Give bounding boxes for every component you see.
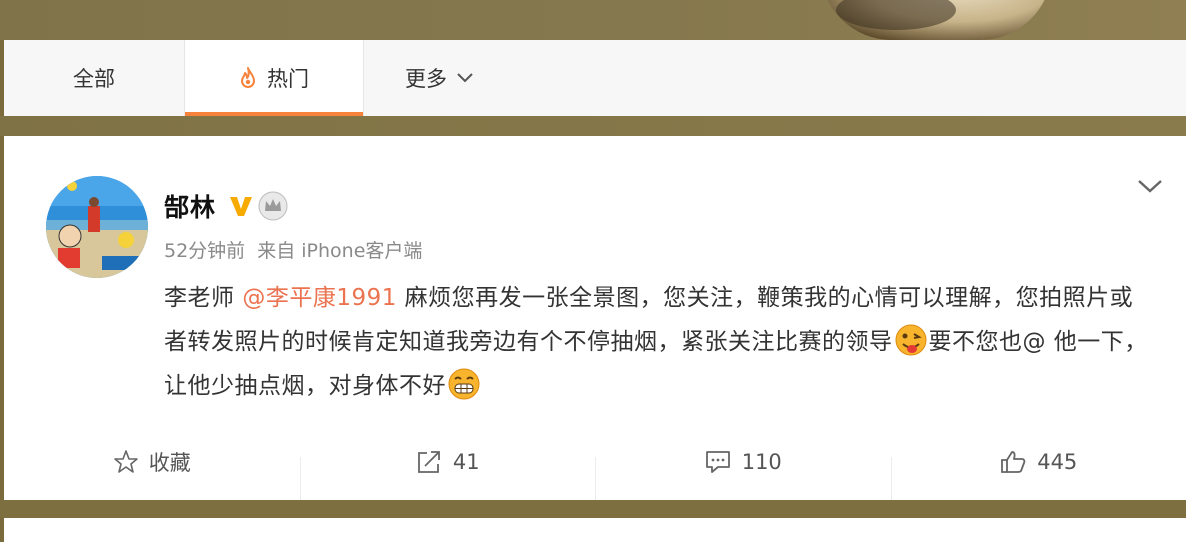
tab-all[interactable]: 全部 (4, 40, 184, 116)
post-time[interactable]: 52分钟前 (164, 240, 245, 262)
fire-icon (239, 67, 257, 89)
comment-button[interactable]: 110 (595, 449, 891, 501)
star-icon (113, 449, 139, 475)
comment-icon (704, 449, 732, 475)
tab-all-label: 全部 (73, 67, 115, 91)
next-post-card (4, 518, 1186, 542)
tab-hot[interactable]: 热门 (184, 40, 364, 116)
post-text-part1: 李老师 (164, 285, 243, 311)
like-button[interactable]: 445 (890, 449, 1186, 501)
background-separator-bottom (0, 500, 1186, 518)
grin-emoji-icon (447, 367, 481, 401)
share-icon (415, 449, 443, 475)
background-separator (0, 116, 1186, 136)
like-count: 445 (1037, 450, 1078, 474)
repost-count: 41 (452, 450, 480, 474)
author-row: 郜林 (164, 188, 288, 224)
favorite-label: 收藏 (148, 451, 191, 475)
comment-count: 110 (741, 450, 782, 474)
post-card: 郜林 52分钟前 来自 iPhone客户端 李老师 @李平康1991 麻烦您再发… (4, 136, 1186, 501)
tab-hot-label: 热门 (267, 67, 309, 91)
verified-badge-icon[interactable] (228, 194, 254, 218)
mention-link[interactable]: @李平康1991 (242, 285, 397, 311)
crown-icon[interactable] (258, 191, 288, 221)
repost-button[interactable]: 41 (299, 449, 596, 501)
chevron-down-icon[interactable] (1137, 176, 1163, 196)
tongue-emoji-icon (894, 323, 928, 357)
avatar[interactable] (46, 176, 148, 278)
thumbs-up-icon (999, 449, 1027, 475)
chevron-down-icon (457, 73, 473, 83)
feed-tabs: 全部 热门 更多 (4, 40, 1186, 116)
post-source: 来自 iPhone客户端 (257, 240, 423, 262)
author-name[interactable]: 郜林 (164, 188, 216, 224)
favorite-button[interactable]: 收藏 (4, 447, 300, 477)
tab-more-label: 更多 (405, 67, 447, 91)
post-text: 李老师 @李平康1991 麻烦您再发一张全景图，您关注，鞭策我的心情可以理解，您… (164, 276, 1154, 408)
post-meta: 52分钟前 来自 iPhone客户端 (164, 236, 428, 263)
tab-more[interactable]: 更多 (364, 40, 514, 116)
post-actions: 收藏 41 110 445 (4, 432, 1186, 501)
